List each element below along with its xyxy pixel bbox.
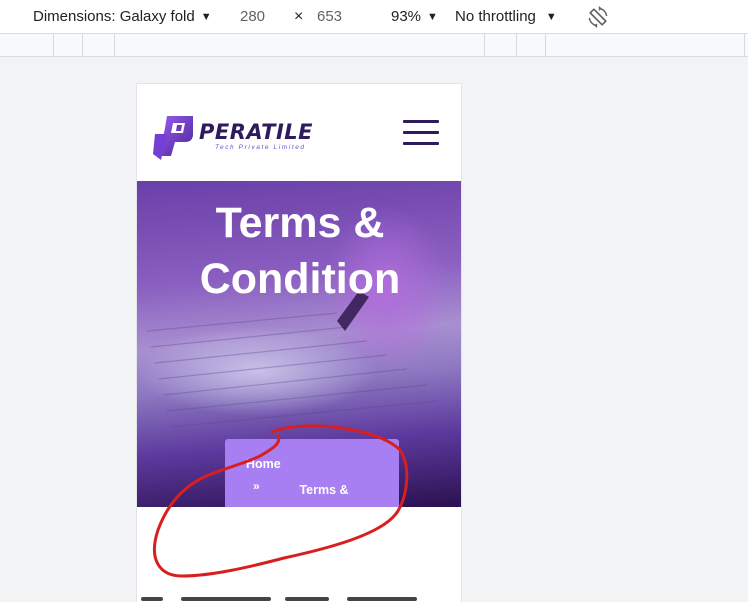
zoom-select[interactable]: 93% ▼ [391, 0, 438, 33]
brand-logo[interactable]: PERATILE Tech Private Limited [153, 114, 333, 164]
media-query-segment[interactable] [53, 34, 54, 56]
brand-name: PERATILE [199, 120, 314, 144]
caret-down-icon: ▼ [200, 10, 212, 23]
dimensions-label: Dimensions: Galaxy fold [33, 8, 195, 25]
rotate-icon [588, 5, 608, 28]
media-query-segment[interactable] [114, 34, 115, 56]
breadcrumb-separator-icon: » [253, 479, 260, 493]
peratile-logo-icon [153, 116, 193, 160]
media-query-segment[interactable] [545, 34, 546, 56]
media-query-segment[interactable] [484, 34, 485, 56]
page-title: Terms & Condition [137, 195, 461, 307]
breadcrumb-home-link[interactable]: Home [246, 457, 281, 471]
height-input[interactable]: 653 [317, 0, 342, 33]
device-toolbar: Dimensions: Galaxy fold ▼ 280 × 653 93% … [0, 0, 748, 33]
media-query-segment[interactable] [744, 34, 745, 56]
throttling-label: No throttling [455, 8, 536, 25]
body-text-cutoff [137, 594, 461, 602]
hamburger-line [403, 131, 439, 134]
page-title-line: Condition [199, 255, 401, 303]
times-icon: × [294, 7, 304, 25]
page-title-line: Terms & [215, 199, 385, 247]
caret-down-icon: ▼ [427, 10, 438, 23]
device-viewport: PERATILE Tech Private Limited Terms & Co… [136, 83, 462, 602]
caret-down-icon: ▼ [545, 10, 557, 23]
hamburger-line [403, 142, 439, 145]
breadcrumb-current: Terms & Condition [295, 483, 353, 507]
menu-toggle-button[interactable] [403, 120, 439, 146]
media-query-segment[interactable] [82, 34, 83, 56]
media-query-bar[interactable] [0, 33, 748, 57]
hamburger-line [403, 120, 439, 123]
brand-tagline: Tech Private Limited [215, 144, 306, 151]
site-header: PERATILE Tech Private Limited [137, 84, 461, 181]
hero-banner: Terms & Condition Home » Terms & Conditi… [137, 181, 461, 507]
media-query-segment[interactable] [516, 34, 517, 56]
dimensions-select[interactable]: Dimensions: Galaxy fold ▼ [33, 0, 212, 33]
zoom-label: 93% [391, 8, 422, 25]
rotate-button[interactable] [587, 0, 609, 33]
throttling-select[interactable]: No throttling ▼ [455, 0, 557, 33]
breadcrumb: Home » Terms & Condition [225, 439, 399, 507]
width-input[interactable]: 280 [240, 0, 265, 33]
